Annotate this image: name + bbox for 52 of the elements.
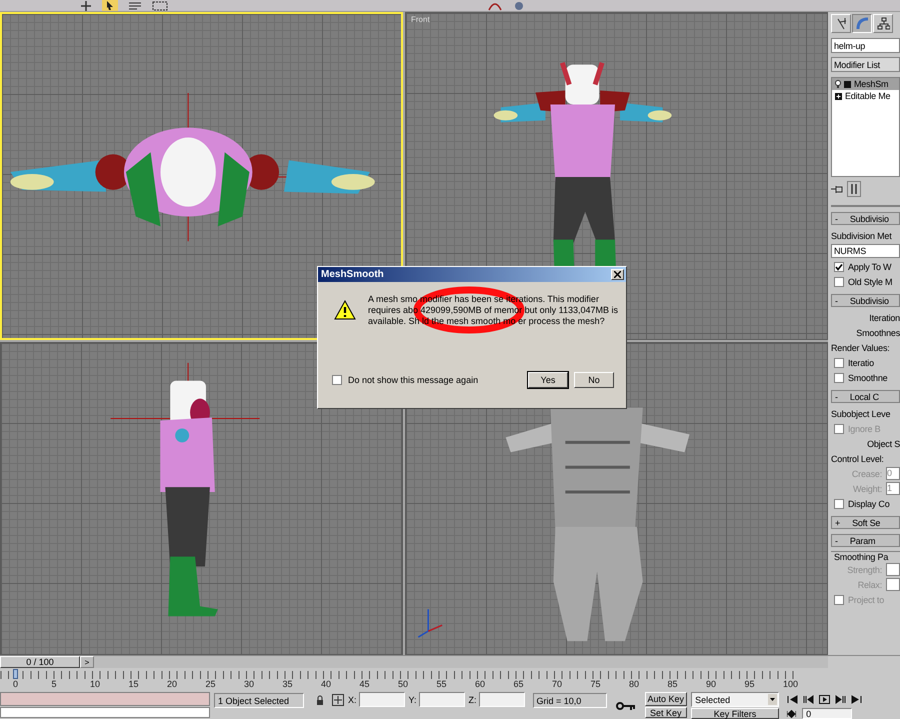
coordinate-label: X:	[348, 694, 357, 704]
panel-label: Iteration	[869, 312, 900, 322]
coordinate-label: Z:	[468, 694, 477, 704]
spinner-label: Relax:	[858, 580, 882, 590]
key-mode-value: Selected	[695, 694, 730, 704]
selection-status: 1 Object Selected	[214, 693, 304, 708]
rollout-sign: -	[835, 536, 838, 546]
frame-number: 85	[668, 679, 679, 690]
stack-item-label: Editable Me	[845, 91, 890, 101]
group-label: Smoothing Pa	[834, 552, 888, 562]
rollout-title: Local C	[850, 392, 879, 402]
panel-label: Subdivision Met	[831, 230, 892, 240]
panel-label: Smoothnes	[856, 328, 900, 338]
rollout-sign: -	[835, 296, 838, 306]
dialog-title: MeshSmooth	[321, 269, 384, 280]
grid-status: Grid = 10,0	[532, 693, 607, 708]
frame-number: 20	[167, 679, 178, 690]
frame-number: 60	[475, 679, 486, 690]
rollout-title: Subdivisio	[850, 296, 889, 306]
frame-number: 90	[706, 679, 718, 690]
frame-number: 45	[360, 679, 371, 690]
stack-item-label: MeshSm	[854, 79, 888, 89]
rollout-sign: +	[835, 518, 840, 528]
frame-number: 40	[321, 679, 332, 690]
frame-number: 55	[436, 679, 448, 690]
spinner-label: Crease:	[852, 468, 882, 478]
coordinate-label: Y:	[408, 694, 417, 704]
spinner-label: Strength:	[847, 564, 882, 574]
frame-number: 5	[52, 679, 58, 690]
panel-label: Render Values:	[831, 342, 890, 352]
frame-number: 100	[783, 679, 800, 690]
rollout-title: Param	[850, 536, 876, 546]
panel-label: Control Level:	[831, 454, 884, 464]
frame-number: 70	[552, 679, 564, 690]
frame-number: 0	[13, 679, 20, 690]
spinner-label: Weight:	[853, 484, 882, 494]
frame-number: 10	[90, 679, 102, 690]
rollout-sign: -	[835, 214, 838, 224]
frame-number: 50	[398, 679, 410, 690]
frame-number: 80	[629, 679, 640, 690]
frame-number: 25	[206, 679, 217, 690]
rollout-title: Subdivisio	[850, 214, 889, 224]
panel-label: Object S	[867, 438, 900, 448]
frame-number: 30	[244, 679, 256, 690]
panel-label: Subobject Leve	[831, 408, 890, 418]
rollout-sign: -	[835, 392, 838, 402]
frame-number: 95	[744, 679, 756, 690]
frame-number: 65	[514, 679, 525, 690]
frame-number: 15	[128, 679, 140, 690]
rollout-title: Soft Se	[852, 518, 880, 528]
frame-number: 75	[590, 679, 602, 690]
frame-number: 35	[282, 679, 294, 690]
